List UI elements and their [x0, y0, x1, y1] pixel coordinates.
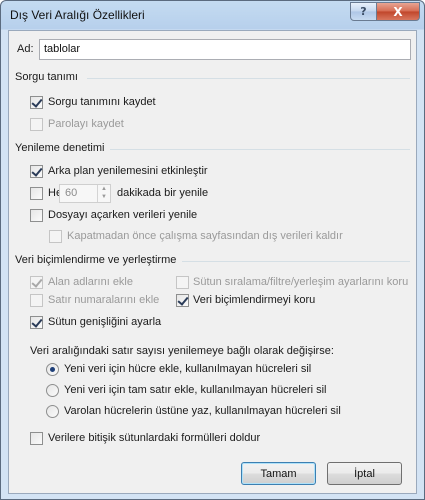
name-label: Ad:	[17, 43, 34, 55]
save-query-checkbox[interactable]	[30, 96, 43, 109]
insert-rows-radio[interactable]	[46, 384, 59, 397]
adjust-width-label: Sütun genişliğini ayarla	[48, 316, 162, 328]
refresh-on-open-checkbox[interactable]	[30, 209, 43, 222]
row-numbers-label: Satır numaralarını ekle	[48, 294, 160, 306]
preserve-format-label: Veri biçimlendirmeyi koru	[193, 294, 316, 306]
dialog-window: Dış Veri Aralığı Özellikleri ? X Ad: tab…	[0, 0, 425, 500]
adjust-width-checkbox[interactable]	[30, 316, 43, 329]
field-names-checkbox[interactable]	[30, 276, 43, 289]
refresh-group-divider	[110, 149, 410, 150]
insert-cells-label: Yeni veri için hücre ekle, kullanılmayan…	[64, 363, 312, 375]
query-group-divider	[87, 78, 410, 79]
cancel-button[interactable]: İptal	[327, 462, 402, 485]
insert-rows-label: Yeni veri için tam satır ekle, kullanılm…	[64, 384, 327, 396]
rows-change-prompt: Veri aralığındaki satır sayısı yenilemey…	[30, 345, 334, 357]
refresh-on-open-label: Dosyayı açarken verileri yenile	[48, 209, 198, 221]
help-button[interactable]: ?	[350, 2, 377, 21]
background-refresh-label: Arka plan yenilemesini etkinleştir	[48, 165, 208, 177]
formatting-group-divider	[182, 261, 410, 262]
refresh-every-checkbox[interactable]	[30, 187, 43, 200]
column-sort-checkbox[interactable]	[176, 276, 189, 289]
refresh-minutes-suffix: dakikada bir yenile	[117, 187, 209, 199]
save-password-checkbox[interactable]	[30, 118, 43, 131]
name-input[interactable]: tablolar	[39, 39, 411, 60]
save-password-label: Parolayı kaydet	[48, 118, 124, 130]
close-button[interactable]: X	[376, 2, 420, 21]
formatting-group-title: Veri biçimlendirme ve yerleştirme	[15, 254, 177, 266]
remove-data-label: Kapatmadan önce çalışma sayfasından dış …	[67, 230, 343, 242]
title-bar: Dış Veri Aralığı Özellikleri ? X	[1, 1, 424, 29]
refresh-group-title: Yenileme denetimi	[15, 142, 105, 154]
ok-button[interactable]: Tamam	[241, 462, 316, 485]
field-names-label: Alan adlarını ekle	[48, 276, 133, 288]
preserve-format-checkbox[interactable]	[176, 294, 189, 307]
refresh-minutes-value: 60	[65, 187, 78, 199]
overwrite-cells-label: Varolan hücrelerin üstüne yaz, kullanılm…	[64, 405, 341, 417]
dialog-title: Dış Veri Aralığı Özellikleri	[10, 8, 145, 22]
refresh-minutes-spinner[interactable]: 60 ▲ ▼	[59, 184, 111, 203]
fill-formulas-checkbox[interactable]	[30, 432, 43, 445]
dialog-body: Ad: tablolar Sorgu tanımı Sorgu tanımını…	[8, 30, 417, 494]
column-sort-label: Sütun sıralama/filtre/yerleşim ayarların…	[193, 276, 409, 288]
query-group-title: Sorgu tanımı	[15, 71, 78, 83]
overwrite-cells-radio[interactable]	[46, 405, 59, 418]
close-icon: X	[393, 4, 403, 19]
remove-data-checkbox[interactable]	[49, 230, 62, 243]
help-icon: ?	[360, 5, 367, 18]
save-query-label: Sorgu tanımını kaydet	[48, 96, 156, 108]
insert-cells-radio[interactable]	[46, 363, 59, 376]
fill-formulas-label: Verilere bitişik sütunlardaki formülleri…	[48, 432, 261, 444]
row-numbers-checkbox[interactable]	[30, 294, 43, 307]
spinner-arrows-icon[interactable]: ▲ ▼	[97, 185, 110, 202]
background-refresh-checkbox[interactable]	[30, 165, 43, 178]
